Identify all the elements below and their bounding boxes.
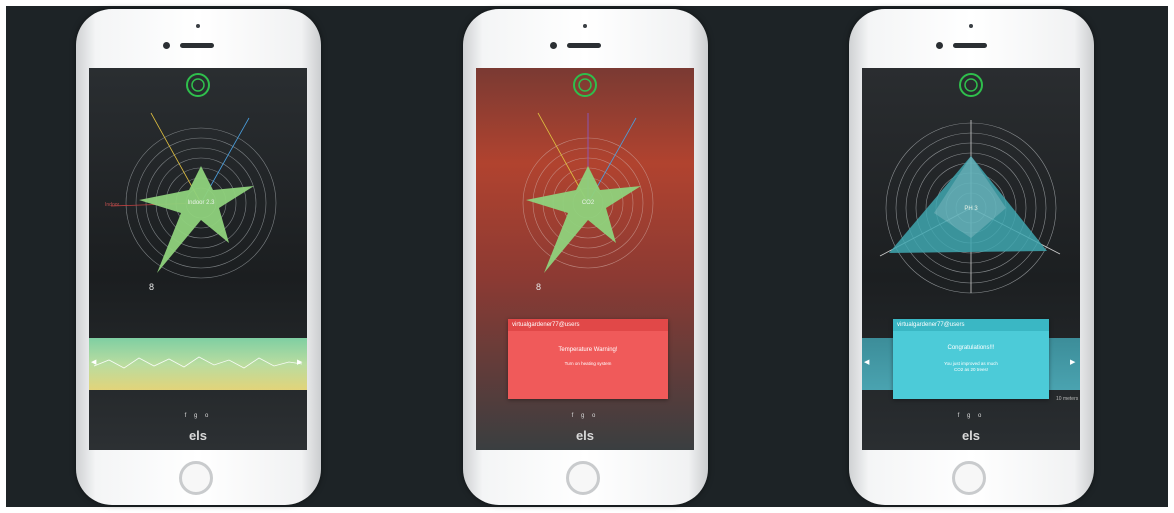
popup-user-header: virtualgardener77@users	[508, 319, 668, 331]
axis-bottom-marker: 8	[536, 282, 541, 292]
proximity-sensor	[969, 24, 973, 28]
brand-logo: els	[575, 428, 595, 443]
front-camera	[550, 42, 557, 49]
home-button[interactable]	[566, 461, 600, 495]
phone-2-screen: 8 CO2 virtualgardener77@users Temperatur…	[476, 68, 694, 450]
other-social-icon[interactable]: o	[978, 413, 984, 419]
home-button[interactable]	[952, 461, 986, 495]
app-logo-icon[interactable]	[573, 73, 597, 97]
phone-2: 8 CO2 virtualgardener77@users Temperatur…	[463, 9, 708, 505]
distance-label: 10 meters	[1056, 396, 1079, 402]
temperature-warning-popup[interactable]: virtualgardener77@users Temperature Warn…	[508, 319, 668, 399]
congratulations-popup[interactable]: virtualgardener77@users Congratulations!…	[893, 319, 1049, 399]
google-icon[interactable]: g	[967, 413, 973, 419]
axis-bottom-marker: 8	[149, 282, 154, 292]
google-icon[interactable]: g	[194, 413, 200, 419]
left-axis-label: Indoor	[105, 202, 120, 208]
social-icons[interactable]: f g o	[89, 413, 307, 419]
social-icons[interactable]: f g o	[476, 413, 694, 419]
phone-1: 8 Indoor 2.3 Indoor ◀ ▶ f g o els	[76, 9, 321, 505]
facebook-icon[interactable]: f	[958, 413, 963, 419]
brand-logo: els	[188, 428, 208, 443]
earpiece-speaker	[953, 43, 987, 48]
app-logo-icon[interactable]	[959, 73, 983, 97]
timeline-next-arrow[interactable]: ▶	[1070, 358, 1075, 366]
phone-1-screen: 8 Indoor 2.3 Indoor ◀ ▶ f g o els	[89, 68, 307, 450]
proximity-sensor	[583, 24, 587, 28]
social-icons[interactable]: f g o	[862, 413, 1080, 419]
timeline-prev-arrow[interactable]: ◀	[864, 358, 869, 366]
other-social-icon[interactable]: o	[205, 413, 211, 419]
brand-logo: els	[961, 428, 981, 443]
google-icon[interactable]: g	[581, 413, 587, 419]
timeline-next-arrow[interactable]: ▶	[297, 358, 302, 366]
center-value-label: CO2	[581, 200, 595, 206]
phone-3: PH 3 ◀ ▶ 10 meters virtualgardener77@use…	[849, 9, 1094, 505]
popup-user-header: virtualgardener77@users	[893, 319, 1049, 331]
showcase-background: 8 Indoor 2.3 Indoor ◀ ▶ f g o els 8 CO2 …	[6, 6, 1168, 507]
proximity-sensor	[196, 24, 200, 28]
phone-1-radar-chart: 8	[110, 73, 277, 292]
app-logo-icon[interactable]	[186, 73, 210, 97]
earpiece-speaker	[567, 43, 601, 48]
home-button[interactable]	[179, 461, 213, 495]
popup-message-line-2: CO2 as 20 trees!	[953, 367, 989, 372]
timeline-strip[interactable]	[89, 338, 307, 390]
phone-3-screen: PH 3 ◀ ▶ 10 meters virtualgardener77@use…	[862, 68, 1080, 450]
timeline-prev-arrow[interactable]: ◀	[91, 358, 96, 366]
facebook-icon[interactable]: f	[185, 413, 190, 419]
earpiece-speaker	[180, 43, 214, 48]
popup-title: Congratulations!!!	[947, 345, 995, 351]
other-social-icon[interactable]: o	[592, 413, 598, 419]
popup-title: Temperature Warning!	[558, 347, 618, 353]
center-value-label: Indoor 2.3	[187, 200, 215, 206]
timeline-sparkline	[93, 356, 303, 369]
facebook-icon[interactable]: f	[572, 413, 577, 419]
front-camera	[163, 42, 170, 49]
popup-message: Turn on heating system	[564, 361, 612, 366]
center-value-label: PH 3	[964, 206, 978, 212]
front-camera	[936, 42, 943, 49]
